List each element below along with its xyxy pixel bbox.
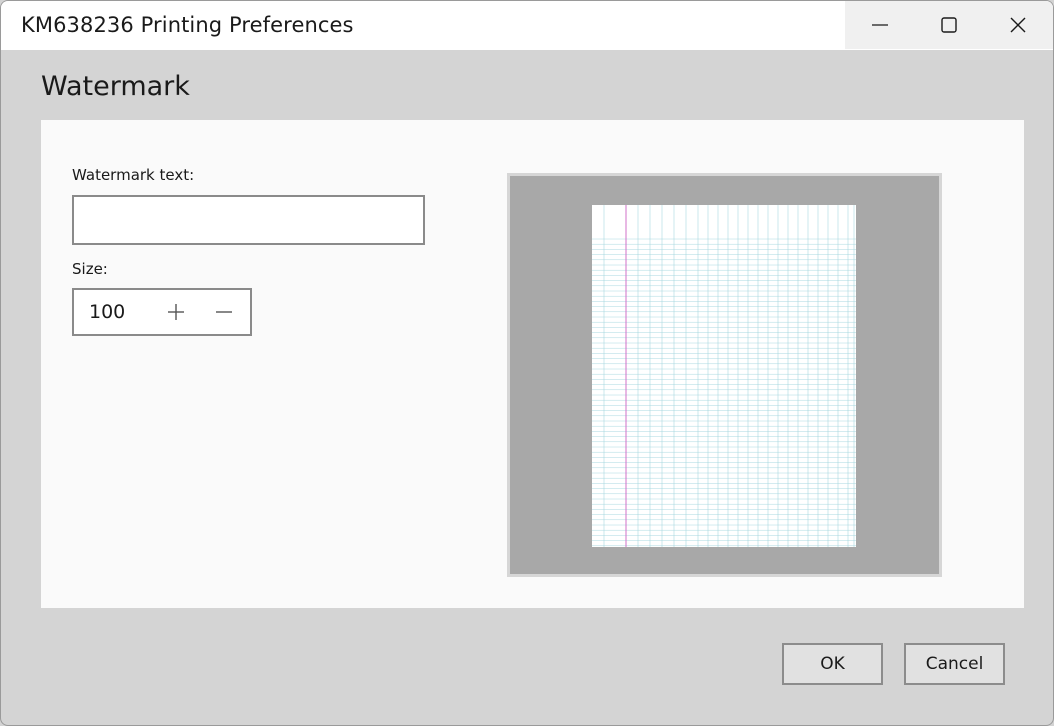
close-button[interactable] [983, 1, 1052, 49]
cancel-button[interactable]: Cancel [904, 643, 1005, 685]
window-title: KM638236 Printing Preferences [21, 13, 354, 37]
watermark-text-label: Watermark text: [72, 166, 194, 184]
size-label: Size: [72, 260, 108, 278]
printing-preferences-window: KM638236 Printing Preferences Watermark [0, 0, 1054, 726]
ok-button[interactable]: OK [782, 643, 883, 685]
maximize-button[interactable] [914, 1, 983, 49]
preview-frame [507, 173, 942, 577]
watermark-text-input[interactable] [72, 195, 425, 245]
size-value[interactable]: 100 [74, 301, 152, 323]
minimize-icon [871, 16, 889, 34]
title-bar[interactable]: KM638236 Printing Preferences [1, 1, 1053, 50]
window-controls [845, 1, 1053, 49]
decrement-button[interactable] [200, 290, 248, 334]
size-stepper[interactable]: 100 [72, 288, 252, 336]
watermark-panel: Watermark text: Size: 100 [41, 120, 1024, 608]
maximize-icon [940, 16, 958, 34]
section-title: Watermark [41, 71, 190, 102]
preview-grid [592, 205, 856, 547]
increment-button[interactable] [152, 290, 200, 334]
minus-icon [214, 302, 234, 322]
minimize-button[interactable] [845, 1, 914, 49]
preview-page [592, 205, 856, 547]
close-icon [1009, 16, 1027, 34]
plus-icon [166, 302, 186, 322]
